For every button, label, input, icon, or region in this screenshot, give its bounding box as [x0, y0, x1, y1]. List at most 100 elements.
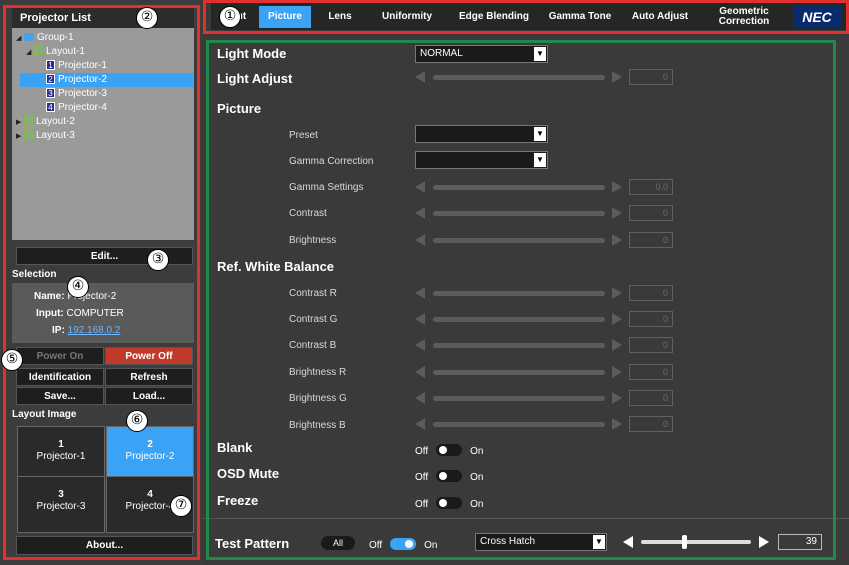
- arrow-left-icon[interactable]: [415, 287, 425, 299]
- ref-white-balance-label: Ref. White Balance: [217, 259, 335, 274]
- freeze-toggle-row: Off On: [415, 497, 484, 510]
- brightness-slider[interactable]: 0: [415, 232, 675, 250]
- chevron-down-icon: ▼: [534, 127, 546, 141]
- test-pattern-bar: Test Pattern All Off On Cross Hatch ▼ 39: [203, 518, 849, 565]
- tree-item-group-1[interactable]: ◢ Group-1: [12, 31, 194, 45]
- light-adjust-slider[interactable]: 0: [415, 69, 675, 87]
- left-panel: Projector List ◢ Group-1 ◢ Layout-1 1 Proje…: [0, 0, 203, 565]
- layout-tile-2[interactable]: 2 Projector-2: [106, 426, 194, 483]
- test-pattern-value[interactable]: 39: [778, 534, 822, 550]
- contrast-slider[interactable]: 0: [415, 205, 675, 223]
- ip-link[interactable]: 192.168.0.2: [68, 325, 121, 336]
- arrow-left-icon[interactable]: [415, 207, 425, 219]
- layout-grid-icon: [24, 116, 33, 125]
- arrow-right-icon[interactable]: [612, 71, 622, 83]
- projector-number-icon: 1: [46, 60, 55, 70]
- light-mode-select[interactable]: NORMAL ▼: [415, 45, 548, 63]
- freeze-toggle[interactable]: [436, 497, 463, 509]
- arrow-left-icon[interactable]: [415, 366, 425, 378]
- tab-picture[interactable]: Picture: [259, 6, 311, 28]
- load-button[interactable]: Load...: [105, 387, 193, 405]
- tab-gamma-tone[interactable]: Gamma Tone: [541, 6, 619, 28]
- selection-info: Name: Projector-2 Input: COMPUTER IP: 19…: [12, 283, 194, 343]
- arrow-left-icon[interactable]: [415, 313, 425, 325]
- arrow-right-icon[interactable]: [612, 181, 622, 193]
- test-pattern-label: Test Pattern: [215, 536, 290, 551]
- tree-item-layout-1[interactable]: ◢ Layout-1: [12, 45, 194, 59]
- arrow-right-icon[interactable]: [759, 536, 769, 548]
- test-pattern-toggle[interactable]: [390, 538, 417, 550]
- picture-settings-panel: Light Mode NORMAL ▼ Light Adjust 0 Pictur…: [203, 34, 849, 565]
- power-on-button[interactable]: Power On: [16, 347, 104, 365]
- callout-7: ⑦: [170, 495, 192, 517]
- tree-item-projector-1[interactable]: 1 Projector-1: [12, 59, 194, 73]
- contrast-r-slider[interactable]: 0: [415, 285, 675, 303]
- projector-tree: ◢ Group-1 ◢ Layout-1 1 Projector-1 2 Project…: [12, 28, 194, 240]
- layout-tile-1[interactable]: 1 Projector-1: [17, 426, 105, 483]
- osd-mute-toggle[interactable]: [436, 470, 463, 482]
- brightness-b-slider[interactable]: 0: [415, 416, 675, 434]
- test-pattern-slider[interactable]: [623, 535, 771, 549]
- arrow-right-icon[interactable]: [612, 207, 622, 219]
- identification-button[interactable]: Identification: [16, 368, 104, 386]
- osd-mute-label: OSD Mute: [217, 466, 280, 481]
- save-button[interactable]: Save...: [16, 387, 104, 405]
- contrast-label: Contrast: [289, 208, 327, 219]
- arrow-right-icon[interactable]: [612, 339, 622, 351]
- tab-edge-blending[interactable]: Edge Blending: [449, 6, 539, 28]
- arrow-left-icon[interactable]: [415, 234, 425, 246]
- blank-toggle-row: Off On: [415, 444, 484, 457]
- brightness-b-label: Brightness B: [289, 420, 346, 431]
- preset-select[interactable]: ▼: [415, 125, 548, 143]
- refresh-button[interactable]: Refresh: [105, 368, 193, 386]
- arrow-left-icon[interactable]: [415, 339, 425, 351]
- test-pattern-select[interactable]: Cross Hatch ▼: [475, 533, 607, 551]
- arrow-left-icon[interactable]: [415, 71, 425, 83]
- nec-logo: NEC: [793, 6, 841, 28]
- arrow-right-icon[interactable]: [612, 313, 622, 325]
- arrow-left-icon[interactable]: [415, 418, 425, 430]
- tree-item-projector-4[interactable]: 4 Projector-4: [12, 101, 194, 115]
- arrow-right-icon[interactable]: [612, 392, 622, 404]
- arrow-right-icon[interactable]: [612, 287, 622, 299]
- collapse-arrow-icon[interactable]: ▶: [16, 130, 24, 144]
- collapse-arrow-icon[interactable]: ▶: [16, 116, 24, 130]
- tab-uniformity[interactable]: Uniformity: [369, 6, 445, 28]
- tab-geometric-correction[interactable]: Geometric Correction: [705, 6, 783, 28]
- tab-lens[interactable]: Lens: [315, 6, 365, 28]
- tree-item-projector-2[interactable]: 2 Projector-2: [20, 73, 194, 87]
- contrast-g-slider[interactable]: 0: [415, 311, 675, 329]
- tree-item-layout-3[interactable]: ▶ Layout-3: [12, 129, 194, 143]
- arrow-right-icon[interactable]: [612, 234, 622, 246]
- blank-toggle[interactable]: [436, 444, 463, 456]
- arrow-left-icon[interactable]: [415, 392, 425, 404]
- brightness-r-label: Brightness R: [289, 367, 347, 378]
- picture-label: Picture: [217, 101, 262, 116]
- tab-auto-adjust[interactable]: Auto Adjust: [621, 6, 699, 28]
- brightness-g-label: Brightness G: [289, 393, 347, 404]
- osd-mute-toggle-row: Off On: [415, 470, 484, 483]
- expand-arrow-icon[interactable]: ◢: [26, 46, 34, 60]
- arrow-right-icon[interactable]: [612, 418, 622, 430]
- brightness-g-slider[interactable]: 0: [415, 390, 675, 408]
- arrow-left-icon[interactable]: [415, 181, 425, 193]
- brightness-r-slider[interactable]: 0: [415, 364, 675, 382]
- projector-list-title: Projector List: [12, 8, 194, 28]
- expand-arrow-icon[interactable]: ◢: [16, 32, 24, 46]
- tree-item-projector-3[interactable]: 3 Projector-3: [12, 87, 194, 101]
- contrast-b-slider[interactable]: 0: [415, 337, 675, 355]
- slider-thumb[interactable]: [681, 535, 687, 549]
- light-mode-label: Light Mode: [217, 46, 287, 61]
- gamma-correction-select[interactable]: ▼: [415, 151, 548, 169]
- layout-tile-3[interactable]: 3 Projector-3: [17, 476, 105, 533]
- gamma-settings-slider[interactable]: 0.0: [415, 179, 675, 197]
- about-button[interactable]: About...: [16, 536, 193, 555]
- power-off-button[interactable]: Power Off: [105, 347, 193, 365]
- arrow-right-icon[interactable]: [612, 366, 622, 378]
- contrast-g-label: Contrast G: [289, 314, 338, 325]
- layout-grid-icon: [24, 130, 33, 139]
- projector-number-icon: 2: [46, 74, 55, 84]
- arrow-left-icon[interactable]: [623, 536, 633, 548]
- all-button[interactable]: All: [321, 536, 355, 550]
- tree-item-layout-2[interactable]: ▶ Layout-2: [12, 115, 194, 129]
